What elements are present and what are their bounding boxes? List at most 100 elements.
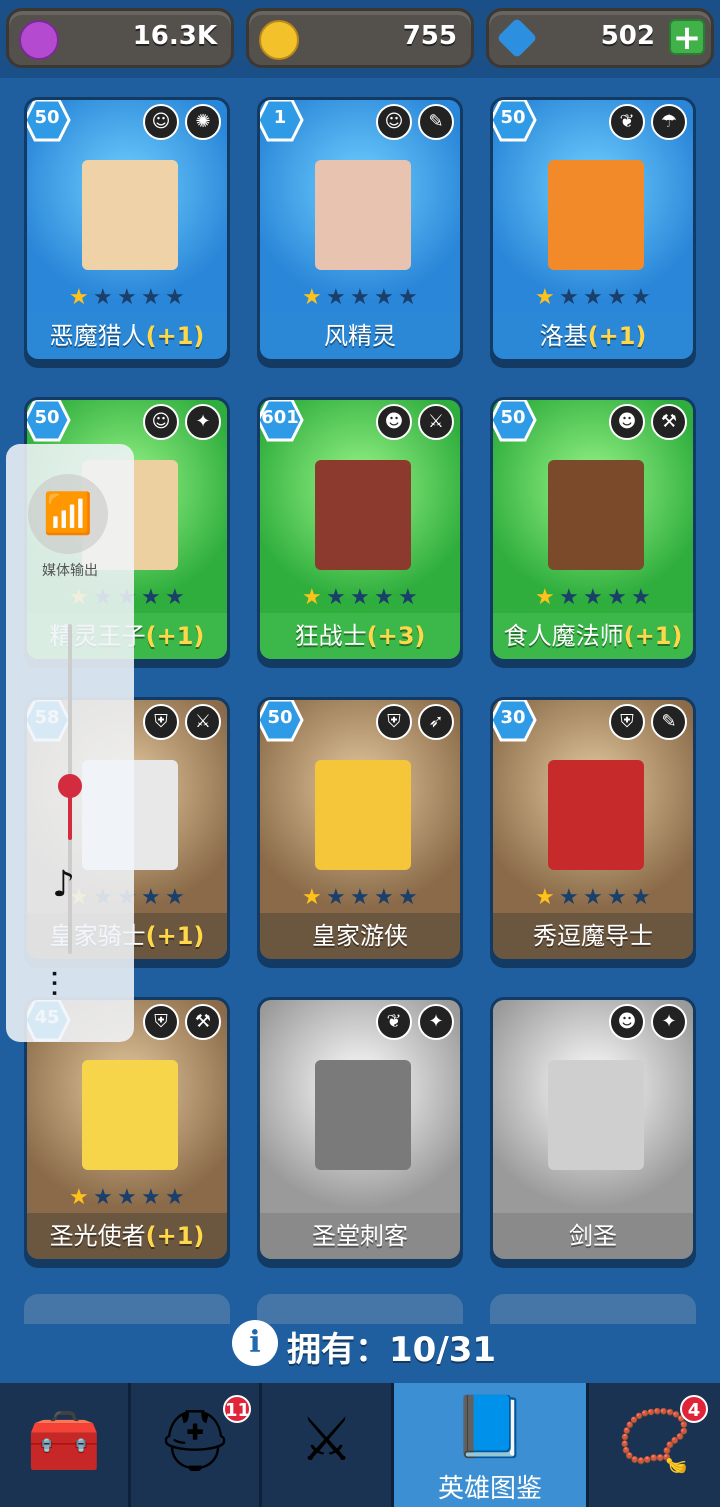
star-icon: ★ — [631, 885, 651, 910]
hero-bonus: (+1) — [623, 622, 683, 650]
hero-class-icon: ☺ — [376, 104, 412, 140]
star-icon: ★ — [607, 285, 627, 310]
star-icon: ★ — [165, 1185, 185, 1210]
hero-card[interactable]: 601 ☻ ⚔ ★ ★ ★ ★ ★ 狂战士(+3) — [257, 397, 463, 662]
hero-bonus: (+1) — [145, 322, 205, 350]
hero-class-icon: ⛨ — [609, 704, 645, 740]
hero-weapon-icon: ⚔ — [185, 704, 221, 740]
hero-name-bar: 食人魔法师(+1) — [493, 613, 693, 659]
star-rating: ★★★★★ — [302, 286, 432, 310]
star-icon: ★ — [559, 585, 579, 610]
star-icon: ★ — [350, 585, 370, 610]
nav-heroes[interactable]: ⛑ 11 — [131, 1383, 262, 1507]
hero-class-icon: ❦ — [609, 104, 645, 140]
star-icon: ★ — [117, 285, 137, 310]
bottom-nav: 🧰 ⛑ 11 ⚔ 📘 英雄图鉴 📿 4 — [0, 1383, 720, 1507]
hero-bonus: (+1) — [145, 922, 205, 950]
volume-slider-knob[interactable] — [58, 774, 82, 798]
hero-avatar — [548, 160, 644, 270]
hero-class-icon: ☻ — [609, 404, 645, 440]
hero-class-icon: ☻ — [609, 1004, 645, 1040]
gem-currency[interactable]: 502 + — [486, 8, 714, 68]
star-icon: ★ — [607, 585, 627, 610]
purple-coin-icon — [19, 20, 59, 60]
hero-card[interactable]: 50 ☺ ✺ ★ ★ ★ ★ ★ 恶魔猎人(+1) — [24, 97, 230, 362]
owned-value: 10/31 — [389, 1330, 497, 1370]
hero-name-bar: 洛基(+1) — [493, 313, 693, 359]
star-icon: ★ — [93, 285, 113, 310]
hero-card[interactable]: 50 ⛨ ➶ ★ ★ ★ ★ ★ 皇家游侠 — [257, 697, 463, 962]
hero-name: 剑圣 — [569, 1222, 617, 1250]
nav-hero-codex[interactable]: 📘 英雄图鉴 — [394, 1383, 589, 1507]
hero-card[interactable]: 50 ☻ ⚒ ★ ★ ★ ★ ★ 食人魔法师(+1) — [490, 397, 696, 662]
hero-avatar — [315, 460, 411, 570]
hero-card[interactable]: ❦ ✦ 圣堂刺客 — [257, 997, 463, 1262]
star-icon: ★ — [535, 285, 555, 310]
add-gems-button[interactable]: + — [669, 19, 705, 55]
star-icon: ★ — [141, 1185, 161, 1210]
purple-currency[interactable]: 16.3K — [6, 8, 234, 68]
hero-bonus: (+1) — [587, 322, 647, 350]
star-icon: ★ — [559, 285, 579, 310]
nav-amulet[interactable]: 📿 4 — [589, 1383, 720, 1507]
star-icon: ★ — [141, 285, 161, 310]
nav-chest[interactable]: 🧰 — [0, 1383, 131, 1507]
hero-class-icon: ☺ — [143, 104, 179, 140]
music-note-icon[interactable]: ♪ — [52, 864, 75, 905]
gold-currency-value: 755 — [402, 21, 457, 51]
hero-name-bar: 圣堂刺客 — [260, 1213, 460, 1259]
hero-class-icon: ☺ — [143, 404, 179, 440]
gold-coin-icon — [259, 20, 299, 60]
hero-name-bar: 秀逗魔导士 — [493, 913, 693, 959]
hero-name: 圣堂刺客 — [312, 1222, 408, 1250]
hero-class-icon: ⛨ — [143, 704, 179, 740]
level-badge: 1 — [260, 100, 304, 142]
hero-weapon-icon: ☂ — [651, 104, 687, 140]
hero-class-icon: ⛨ — [376, 704, 412, 740]
star-icon: ★ — [93, 1185, 113, 1210]
hero-card[interactable]: ☻ ✦ 剑圣 — [490, 997, 696, 1262]
hero-card[interactable]: 30 ⛨ ✎ ★ ★ ★ ★ ★ 秀逗魔导士 — [490, 697, 696, 962]
equalizer-icon[interactable]: ⫶ — [50, 966, 59, 1006]
level-badge: 50 — [493, 400, 537, 442]
hero-avatar — [315, 1060, 411, 1170]
star-icon: ★ — [326, 585, 346, 610]
hero-card[interactable]: 1 ☺ ✎ ★ ★ ★ ★ ★ 风精灵 — [257, 97, 463, 362]
hero-weapon-icon: ✺ — [185, 104, 221, 140]
media-output-button[interactable]: 📶 — [28, 474, 108, 554]
hero-name: 皇家游侠 — [312, 922, 408, 950]
level-value: 50 — [34, 107, 60, 128]
volume-panel: 📶 媒体输出 ♪ ⫶ — [6, 444, 134, 1042]
level-badge: 50 — [27, 400, 71, 442]
hero-name: 风精灵 — [324, 322, 396, 350]
level-badge: 50 — [493, 100, 537, 142]
star-icon: ★ — [631, 585, 651, 610]
hero-name-bar: 圣光使者(+1) — [27, 1213, 227, 1259]
star-icon: ★ — [350, 285, 370, 310]
nav-hero-codex-label: 英雄图鉴 — [437, 1474, 542, 1504]
star-icon: ★ — [631, 285, 651, 310]
nav-battle[interactable]: ⚔ — [262, 1383, 394, 1507]
level-value: 1 — [273, 107, 287, 128]
star-icon: ★ — [398, 285, 418, 310]
hero-name-bar: 剑圣 — [493, 1213, 693, 1259]
hero-card[interactable]: 50 ❦ ☂ ★ ★ ★ ★ ★ 洛基(+1) — [490, 97, 696, 362]
hero-avatar — [82, 1060, 178, 1170]
star-rating: ★★★★★ — [535, 586, 665, 610]
owned-count-row: i 拥有：10/31 — [0, 1316, 720, 1376]
hero-weapon-icon: ➶ — [418, 704, 454, 740]
hero-bonus: (+1) — [145, 1222, 205, 1250]
hero-avatar — [315, 160, 411, 270]
level-value: 50 — [267, 707, 293, 728]
info-icon[interactable]: i — [232, 1320, 278, 1366]
star-icon: ★ — [302, 285, 322, 310]
star-icon: ★ — [165, 285, 185, 310]
hero-avatar — [548, 760, 644, 870]
hero-weapon-icon: ⚔ — [418, 404, 454, 440]
gold-currency[interactable]: 755 — [246, 8, 474, 68]
star-icon: ★ — [535, 885, 555, 910]
level-value: 30 — [500, 707, 526, 728]
star-icon: ★ — [326, 885, 346, 910]
star-icon: ★ — [302, 585, 322, 610]
hero-weapon-icon: ⚒ — [651, 404, 687, 440]
